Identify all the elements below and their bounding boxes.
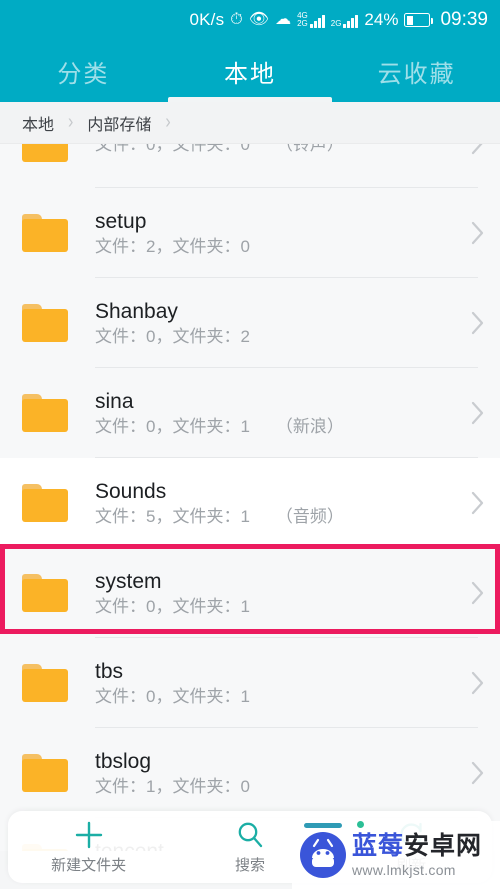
folder-counts: 文件：0，文件夹：1 xyxy=(95,416,250,436)
list-item[interactable]: tbs 文件：0，文件夹：1 xyxy=(0,638,500,728)
list-item[interactable]: Shanbay 文件：0，文件夹：2 xyxy=(0,278,500,368)
folder-counts: 文件：2，文件夹：0 xyxy=(95,236,250,256)
folder-meta: 文件：5，文件夹：1 （音频） xyxy=(95,506,456,527)
list-item[interactable]: sina 文件：0，文件夹：1 （新浪） xyxy=(0,368,500,458)
breadcrumb: 本地 › 内部存储 › xyxy=(0,102,500,144)
watermark-brand-part2: 安卓网 xyxy=(404,831,483,860)
folder-meta: 文件：2，文件夹：0 xyxy=(95,236,456,257)
status-bar: 0K/s ⏱ 👁 ☁ 4G 2G 2G 24% 09:39 xyxy=(0,0,500,40)
clock-label: 09:39 xyxy=(440,9,488,30)
folder-list-container[interactable]: 文件：0，文件夹：0 （铃声） setup 文件：2，文件夹：0 Shanbay… xyxy=(0,144,500,851)
folder-list: 文件：0，文件夹：0 （铃声） setup 文件：2，文件夹：0 Shanbay… xyxy=(0,144,500,851)
site-watermark: 蓝莓安卓网 www.lmkjst.com xyxy=(292,821,500,889)
chevron-right-icon xyxy=(456,580,500,606)
folder-meta: 文件：0，文件夹：2 xyxy=(95,326,456,347)
folder-meta: 文件：1，文件夹：0 xyxy=(95,776,456,797)
new-folder-button[interactable]: 新建文件夹 xyxy=(8,811,169,883)
folder-counts: 文件：1，文件夹：0 xyxy=(95,776,250,796)
folder-meta: 文件：0，文件夹：1 （新浪） xyxy=(95,416,456,437)
list-item-sounds[interactable]: Sounds 文件：5，文件夹：1 （音频） xyxy=(0,458,500,548)
folder-icon xyxy=(22,214,68,252)
breadcrumb-item-local[interactable]: 本地 xyxy=(22,111,54,135)
battery-percent-label: 24% xyxy=(364,10,399,29)
folder-name: setup xyxy=(95,209,147,233)
wifi-icon: ☁ xyxy=(275,11,292,28)
sim1-network-sublabel: 2G xyxy=(297,19,308,28)
folder-name: Sounds xyxy=(95,479,167,503)
folder-icon xyxy=(22,754,68,792)
chevron-right-icon xyxy=(456,760,500,786)
top-tab-bar: 分类 本地 云收藏 xyxy=(0,40,500,102)
folder-alias: （音频） xyxy=(275,506,344,526)
breadcrumb-item-internal-storage[interactable]: 内部存储 xyxy=(87,111,151,135)
chevron-right-icon xyxy=(456,144,500,156)
list-item[interactable]: tbslog 文件：1，文件夹：0 xyxy=(0,728,500,818)
folder-name: system xyxy=(95,569,162,593)
list-item[interactable]: 文件：0，文件夹：0 （铃声） xyxy=(0,144,500,188)
chevron-right-icon: › xyxy=(68,111,74,133)
watermark-brand-part1: 蓝莓 xyxy=(352,831,405,860)
folder-name: tbs xyxy=(95,659,124,683)
folder-meta: 文件：0，文件夹：1 xyxy=(95,596,456,617)
tab-categories[interactable]: 分类 xyxy=(0,40,167,102)
search-label: 搜索 xyxy=(234,856,265,874)
folder-meta: 文件：0，文件夹：0 （铃声） xyxy=(95,144,456,155)
android-robot-icon xyxy=(300,821,364,878)
chevron-right-icon xyxy=(456,310,500,336)
chevron-right-icon xyxy=(456,400,500,426)
list-item[interactable]: setup 文件：2，文件夹：0 xyxy=(0,188,500,278)
folder-icon xyxy=(22,304,68,342)
folder-alias: （新浪） xyxy=(275,416,344,436)
folder-counts: 文件：0，文件夹：1 xyxy=(95,596,250,616)
chevron-right-icon xyxy=(456,670,500,696)
eye-care-icon: 👁 xyxy=(248,11,270,28)
tab-local[interactable]: 本地 xyxy=(167,40,334,102)
alarm-clock-icon: ⏱ xyxy=(230,11,243,28)
file-manager-app: 0K/s ⏱ 👁 ☁ 4G 2G 2G 24% 09:39 分类 本地 云收藏 … xyxy=(0,0,500,889)
sim1-signal-icon: 4G 2G xyxy=(297,12,325,28)
chevron-right-icon xyxy=(456,220,500,246)
watermark-text: 蓝莓安卓网 www.lmkjst.com xyxy=(352,831,483,878)
folder-alias: （铃声） xyxy=(275,144,344,155)
chevron-right-icon xyxy=(456,490,500,516)
chevron-right-icon: › xyxy=(165,111,171,133)
folder-counts: 文件：0，文件夹：2 xyxy=(95,326,250,346)
search-icon xyxy=(235,820,265,850)
sim2-signal-icon: 2G xyxy=(331,13,359,28)
sim2-network-label: 2G xyxy=(330,18,342,28)
folder-icon xyxy=(22,664,68,702)
folder-meta: 文件：0，文件夹：1 xyxy=(95,686,456,707)
list-item[interactable]: system 文件：0，文件夹：1 xyxy=(0,548,500,638)
plus-icon xyxy=(74,820,104,850)
network-speed-label: 0K/s xyxy=(189,10,225,29)
folder-name: Shanbay xyxy=(95,299,178,323)
new-folder-label: 新建文件夹 xyxy=(51,856,127,874)
folder-counts: 文件：0，文件夹：1 xyxy=(95,686,250,706)
battery-icon xyxy=(404,13,434,27)
folder-icon xyxy=(22,394,68,432)
watermark-brand: 蓝莓安卓网 xyxy=(352,831,483,860)
watermark-url: www.lmkjst.com xyxy=(352,861,456,878)
folder-icon xyxy=(22,144,68,162)
folder-name: tbslog xyxy=(95,749,152,773)
folder-icon xyxy=(22,484,68,522)
folder-counts: 文件：5，文件夹：1 xyxy=(95,506,250,526)
folder-counts: 文件：0，文件夹：0 xyxy=(95,144,250,155)
tab-cloud-favorites[interactable]: 云收藏 xyxy=(333,40,500,102)
folder-icon xyxy=(22,574,68,612)
folder-name: sina xyxy=(95,389,134,413)
